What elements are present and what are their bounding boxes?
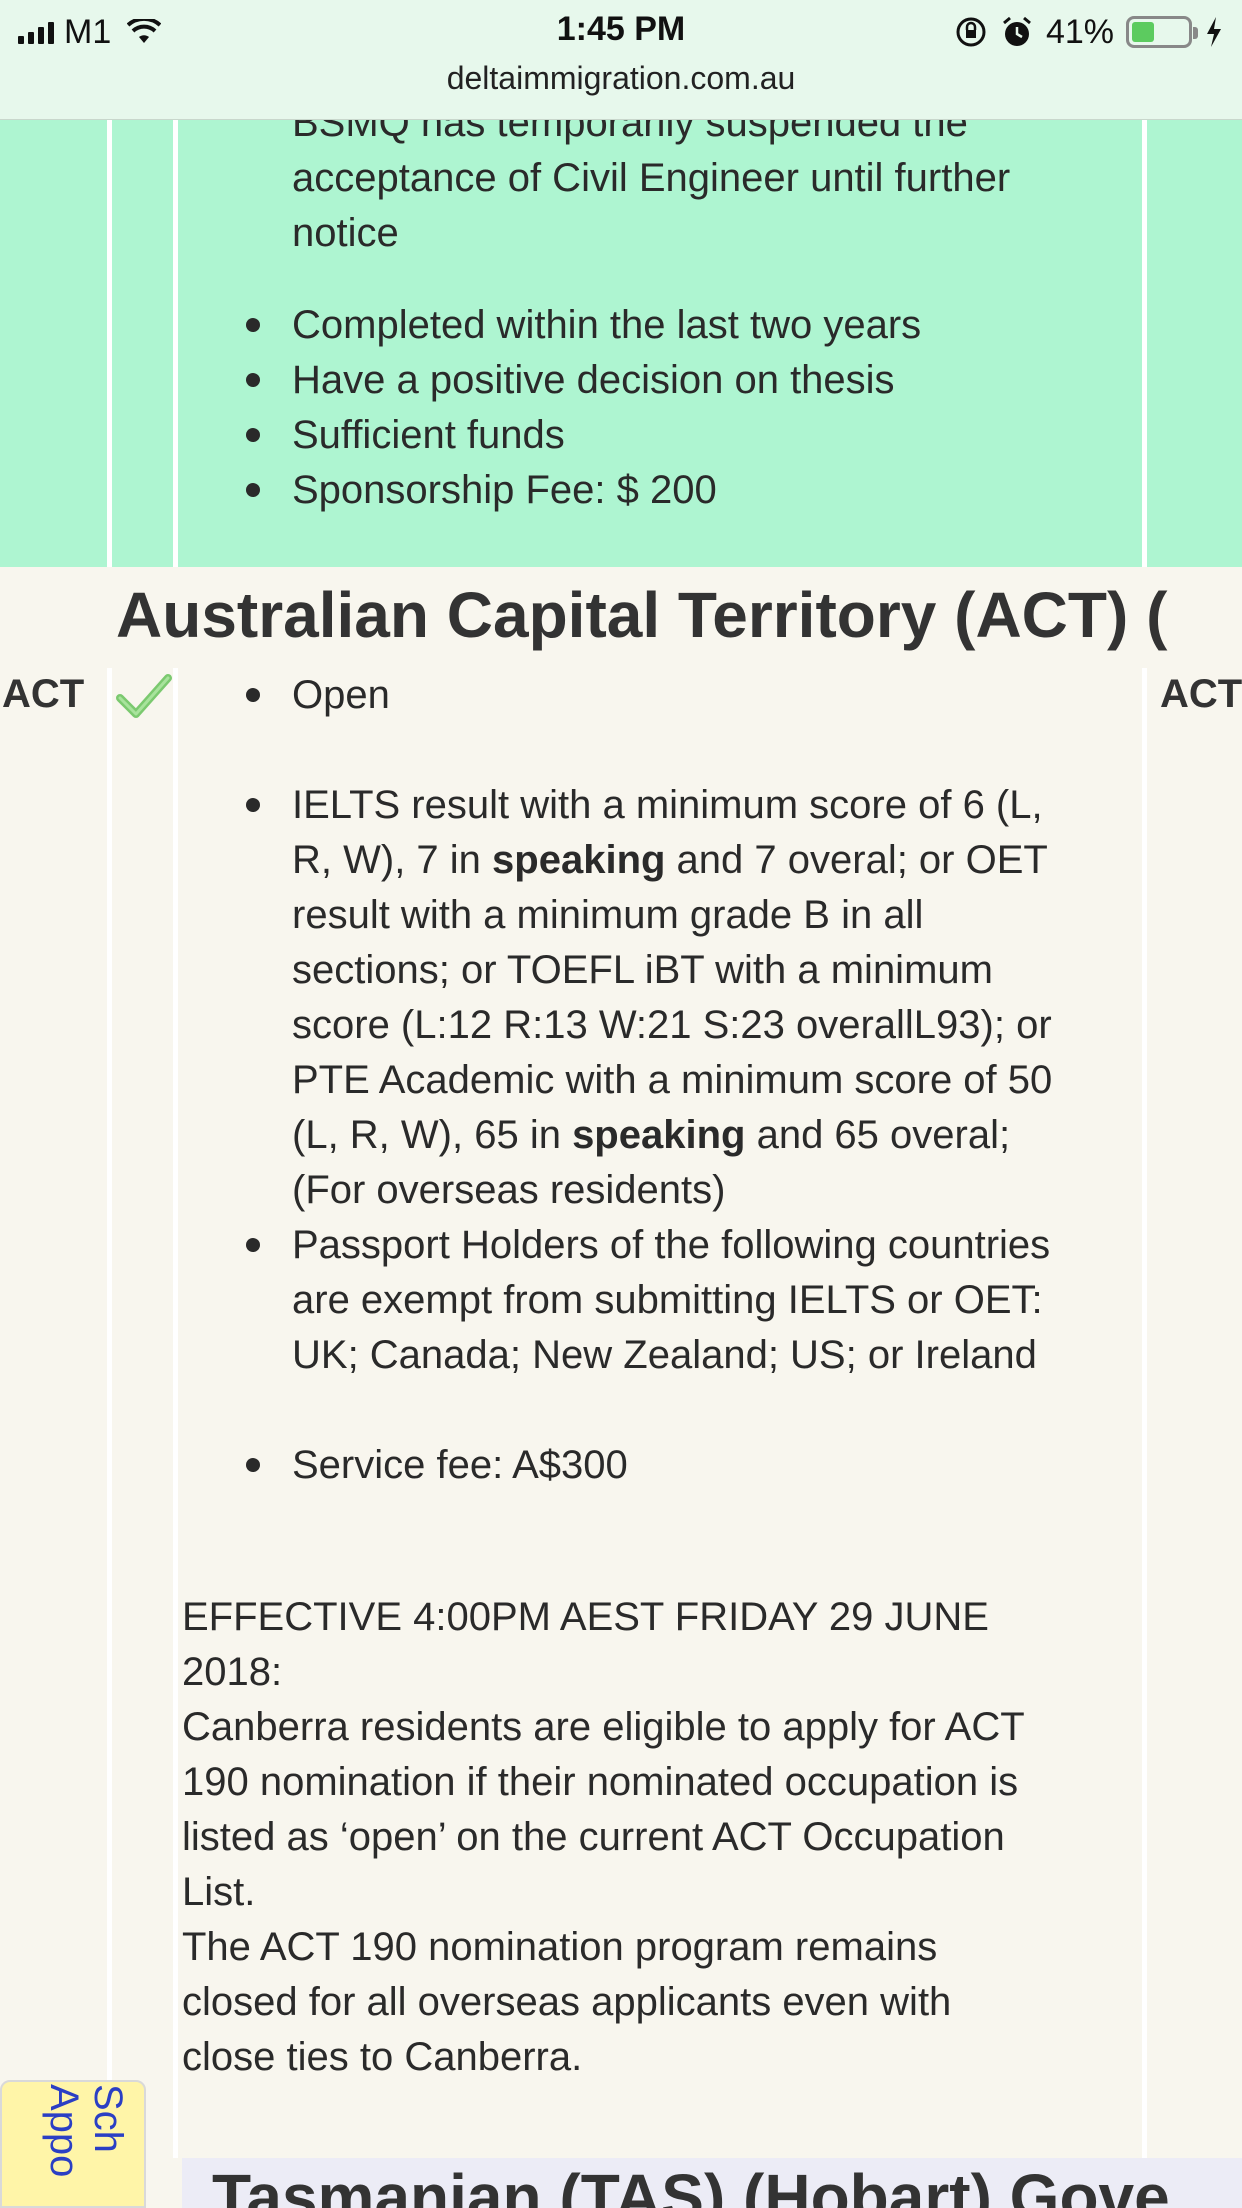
text-line: listed as ‘open’ on the current ACT Occu… (182, 1815, 1005, 1859)
text-line: are exempt from submitting IELTS or OET: (292, 1278, 1043, 1322)
note-line: notice (292, 211, 399, 255)
text-line: PTE Academic with a minimum score of 50 (292, 1058, 1053, 1102)
text-line: close ties to Canberra. (182, 2035, 583, 2079)
spacer (240, 723, 1140, 778)
column-divider (1142, 668, 1147, 2158)
battery-percent: 41% (1045, 12, 1114, 51)
previous-state-row: BSMQ has temporarily suspended the accep… (0, 101, 1242, 567)
list-item: Sufficient funds (240, 408, 1140, 463)
effective-date-notice: EFFECTIVE 4:00PM AEST FRIDAY 29 JUNE 201… (182, 1590, 1142, 2085)
checkmark-icon (116, 674, 172, 718)
text-line: score (L:12 R:13 W:21 S:23 overallL93); … (292, 1003, 1052, 1047)
text-line: EFFECTIVE 4:00PM AEST FRIDAY 29 JUNE (182, 1595, 989, 1639)
address-bar-url[interactable]: deltaimmigration.com.au (0, 60, 1242, 97)
column-divider (107, 668, 112, 2158)
list-item: Sponsorship Fee: $ 200 (240, 463, 1140, 518)
exemption-item: Passport Holders of the following countr… (240, 1218, 1140, 1383)
column-divider (1142, 120, 1147, 567)
text-line: sections; or TOEFL iBT with a minimum (292, 948, 993, 992)
list-item: Have a positive decision on thesis (240, 353, 1140, 408)
battery-level-fill (1132, 22, 1155, 42)
status-item: Open (240, 668, 1140, 723)
schedule-appointment-tab[interactable]: Sch Appo (0, 2080, 146, 2208)
text-line: IELTS result with a minimum score of 6 (… (292, 783, 1043, 827)
text-line: 2018: (182, 1650, 283, 1694)
list-item: Completed within the last two years (240, 298, 1140, 353)
tas-section-header: Tasmanian (TAS) (Hobart) Gove (182, 2158, 1242, 2208)
act-requirements-list: Open IELTS result with a minimum score o… (240, 668, 1140, 1493)
text-line: The ACT 190 nomination program remains (182, 1925, 938, 1969)
tab-label-line: Appo (42, 2084, 86, 2178)
english-requirement-item: IELTS result with a minimum score of 6 (… (240, 778, 1140, 1218)
text-line: closed for all overseas applicants even … (182, 1980, 952, 2024)
note-line: acceptance of Civil Engineer until furth… (292, 156, 1011, 200)
act-row: ACT ACT Open IELTS result with a minimum… (0, 668, 1242, 2158)
status-right: 41% (954, 12, 1224, 52)
act-section-heading: Australian Capital Territory (ACT) ( (116, 579, 1168, 651)
requirements-list: Completed within the last two years Have… (240, 298, 1140, 518)
text-line: Passport Holders of the following countr… (292, 1223, 1051, 1267)
text-line: (For overseas residents) (292, 1168, 726, 1212)
service-fee-item: Service fee: A$300 (240, 1438, 1140, 1493)
text-line: Canberra residents are eligible to apply… (182, 1705, 1025, 1749)
text-line: UK; Canada; New Zealand; US; or Ireland (292, 1333, 1037, 1377)
text-line: result with a minimum grade B in all (292, 893, 924, 937)
state-label: ACT (2, 672, 85, 716)
text-span: and 65 overal; (745, 1113, 1011, 1157)
text-line: R, W), 7 in speaking and 7 overal; or OE… (292, 833, 1140, 888)
suspension-note: BSMQ has temporarily suspended the accep… (292, 96, 1132, 261)
spacer (240, 1383, 1140, 1438)
text-span: R, W), 7 in (292, 838, 493, 882)
browser-status-bar: M1 1:45 PM 41% deltaimmigration.com.au (0, 0, 1242, 120)
emphasis-speaking: speaking (492, 838, 666, 882)
alarm-clock-icon (1002, 16, 1031, 46)
state-label-next-column: ACT (1160, 672, 1242, 716)
column-divider (173, 120, 178, 567)
emphasis-speaking: speaking (572, 1113, 746, 1157)
column-divider (107, 120, 112, 567)
text-line: (L, R, W), 65 in speaking and 65 overal; (292, 1108, 1140, 1163)
orientation-lock-icon (956, 17, 986, 47)
text-line: 190 nomination if their nominated occupa… (182, 1760, 1019, 1804)
text-span: and 7 overal; or OET (665, 838, 1048, 882)
text-span: (L, R, W), 65 in (292, 1113, 573, 1157)
text-line: List. (182, 1870, 256, 1914)
charging-bolt-icon (1207, 17, 1221, 47)
tas-section-heading: Tasmanian (TAS) (Hobart) Gove (212, 2161, 1170, 2208)
battery-icon (1126, 16, 1198, 48)
tab-label-line: Sch (86, 2084, 130, 2153)
tab-label: Sch Appo (42, 2084, 130, 2177)
column-divider (173, 668, 178, 2158)
